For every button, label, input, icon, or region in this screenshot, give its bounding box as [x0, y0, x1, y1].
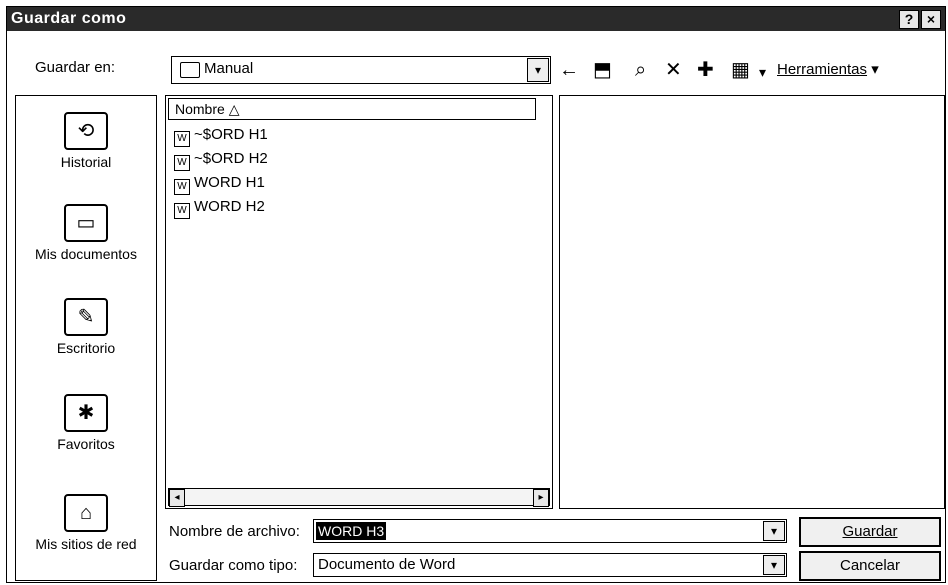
- place-history[interactable]: ⟲ Historial: [16, 112, 156, 170]
- save-in-dropdown-button[interactable]: ▾: [527, 58, 549, 82]
- tools-dropdown-icon: ▾: [871, 61, 879, 78]
- filename-dropdown-button[interactable]: ▾: [763, 521, 785, 541]
- scroll-left-icon[interactable]: ◂: [169, 489, 185, 507]
- filetype-select[interactable]: Documento de Word ▾: [313, 553, 787, 577]
- close-button[interactable]: ×: [921, 10, 941, 29]
- up-folder-button[interactable]: ⬒: [593, 59, 612, 81]
- place-label: Historial: [60, 154, 112, 170]
- title-bar[interactable]: Guardar como ? ×: [7, 7, 945, 31]
- place-network[interactable]: ⌂ Mis sitios de red: [16, 494, 156, 552]
- folder-icon: [180, 62, 200, 78]
- horizontal-scrollbar[interactable]: ◂ ▸: [168, 488, 550, 507]
- save-as-dialog: Guardar como ? × Guardar en: Manual ▾ ← …: [6, 6, 946, 583]
- filename-label: Nombre de archivo:: [169, 523, 300, 540]
- file-name: WORD H2: [194, 198, 265, 215]
- place-label: Mis documentos: [35, 246, 137, 262]
- column-header-name[interactable]: Nombre △: [168, 98, 536, 120]
- place-label: Escritorio: [56, 340, 116, 356]
- place-desktop[interactable]: ✎ Escritorio: [16, 298, 156, 356]
- file-item[interactable]: W WORD H2: [174, 198, 265, 219]
- window-title: Guardar como: [11, 10, 127, 27]
- tools-menu-label: Herramientas: [777, 61, 868, 78]
- new-folder-button[interactable]: ✚: [697, 59, 714, 81]
- place-label: Mis sitios de red: [35, 536, 137, 552]
- help-button[interactable]: ?: [899, 10, 919, 29]
- preview-pane: [559, 95, 945, 509]
- save-in-value: Manual: [204, 60, 254, 77]
- file-name: ~$ORD H1: [194, 126, 268, 143]
- views-dropdown-icon[interactable]: ▾: [759, 61, 766, 83]
- save-in-label: Guardar en:: [35, 59, 116, 76]
- my-documents-icon: ▭: [64, 204, 108, 242]
- filename-input[interactable]: WORD H3 ▾: [313, 519, 787, 543]
- search-web-button[interactable]: ⌕: [635, 59, 646, 81]
- place-my-documents[interactable]: ▭ Mis documentos: [16, 204, 156, 262]
- history-icon: ⟲: [64, 112, 108, 150]
- file-name: ~$ORD H2: [194, 150, 268, 167]
- file-item[interactable]: W ~$ORD H2: [174, 150, 268, 171]
- word-doc-icon: W: [174, 131, 190, 147]
- network-places-icon: ⌂: [64, 494, 108, 532]
- file-item[interactable]: W WORD H1: [174, 174, 265, 195]
- views-button[interactable]: ▦: [731, 59, 750, 81]
- place-favorites[interactable]: ✱ Favoritos: [16, 394, 156, 452]
- word-doc-icon: W: [174, 203, 190, 219]
- desktop-icon: ✎: [64, 298, 108, 336]
- column-header-label: Nombre: [175, 101, 225, 117]
- places-bar: ⟲ Historial ▭ Mis documentos ✎ Escritori…: [15, 95, 157, 581]
- filename-value: WORD H3: [316, 522, 387, 540]
- file-item[interactable]: W ~$ORD H1: [174, 126, 268, 147]
- save-button-label: Guardar: [842, 523, 898, 540]
- back-button[interactable]: ←: [559, 59, 579, 81]
- favorites-icon: ✱: [64, 394, 108, 432]
- save-button[interactable]: Guardar: [799, 517, 941, 547]
- word-doc-icon: W: [174, 179, 190, 195]
- place-label: Favoritos: [57, 436, 115, 452]
- delete-button[interactable]: ✕: [665, 59, 682, 81]
- file-list[interactable]: Nombre △ W ~$ORD H1 W ~$ORD H2 W WORD H1 WW…: [165, 95, 553, 509]
- word-doc-icon: W: [174, 155, 190, 171]
- save-in-combo[interactable]: Manual ▾: [171, 56, 551, 84]
- cancel-button[interactable]: Cancelar: [799, 551, 941, 581]
- file-name: WORD H1: [194, 174, 265, 191]
- scroll-right-icon[interactable]: ▸: [533, 489, 549, 507]
- sort-indicator-icon: △: [228, 101, 240, 117]
- tools-menu[interactable]: Herramientas ▾: [777, 60, 879, 78]
- filetype-label: Guardar como tipo:: [169, 557, 298, 574]
- filetype-dropdown-button[interactable]: ▾: [763, 555, 785, 575]
- filetype-value: Documento de Word: [318, 556, 456, 573]
